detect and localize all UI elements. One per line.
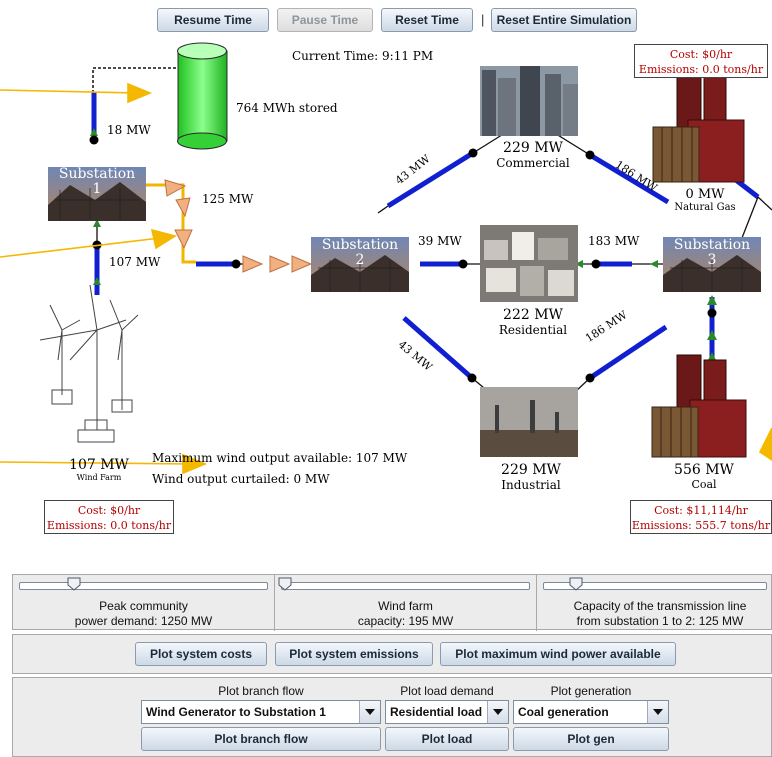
- branch-select[interactable]: Wind Generator to Substation 1: [141, 700, 381, 724]
- generation-select[interactable]: Coal generation: [513, 700, 669, 724]
- industrial-name: Industrial: [501, 478, 561, 492]
- branch-flow-label: Plot branch flow: [218, 684, 304, 698]
- flow-s2-residential: 39 MW: [418, 234, 462, 248]
- line-label-line2: from substation 1 to 2: 125 MW: [576, 614, 744, 628]
- wind-generator: 107 MW Wind Farm: [64, 458, 134, 483]
- wind-info: Maximum wind output available: 107 MW Wi…: [152, 448, 407, 490]
- commercial-image: [480, 66, 578, 136]
- gas-cost-box: Cost: $0/hr Emissions: 0.0 tons/hr: [634, 44, 768, 78]
- wind-slider-thumb[interactable]: [278, 577, 292, 591]
- line-slider-thumb[interactable]: [569, 577, 583, 591]
- wind-slider-box: Wind farm capacity: 195 MW: [275, 575, 537, 631]
- industrial-mw: 229 MW: [501, 462, 561, 478]
- residential-name: Residential: [498, 323, 568, 337]
- industrial-load: 229 MW Industrial: [478, 462, 584, 492]
- line-slider-box: Capacity of the transmission line from s…: [537, 575, 772, 631]
- residential-mw: 222 MW: [503, 307, 563, 323]
- plot-costs-button[interactable]: Plot system costs: [135, 642, 267, 666]
- substation-1-name: Substation: [58, 166, 136, 182]
- wind-mw: 107 MW: [69, 457, 129, 473]
- gas-mw: 0 MW: [685, 187, 725, 202]
- line-label-line1: Capacity of the transmission line: [573, 599, 747, 613]
- coal-mw: 556 MW: [674, 462, 734, 478]
- residential-image: [480, 225, 578, 302]
- flow-s3-residential: 183 MW: [588, 234, 640, 248]
- wind-label-line2: capacity: 195 MW: [357, 614, 454, 628]
- gas-emissions: Emissions: 0.0 tons/hr: [638, 63, 764, 76]
- load-select-value: Residential load: [390, 705, 483, 719]
- flow-s1-s2: 125 MW: [202, 192, 254, 206]
- demand-slider-track[interactable]: [19, 582, 268, 590]
- load-select[interactable]: Residential load: [385, 700, 509, 724]
- chevron-down-icon[interactable]: [359, 701, 380, 723]
- residential-load: 222 MW Residential: [480, 307, 586, 337]
- industrial-image: [480, 387, 578, 457]
- substation-1-label: Substation 1: [48, 167, 146, 197]
- storage-label: 764 MWh stored: [236, 101, 338, 115]
- substation-3-number: 3: [707, 252, 717, 268]
- wind-name: Wind Farm: [76, 473, 122, 482]
- coal-generator: 556 MW Coal: [666, 462, 742, 491]
- generation-select-value: Coal generation: [518, 705, 609, 719]
- generation-label: Plot generation: [550, 684, 632, 698]
- demand-label-line2: power demand: 1250 MW: [74, 614, 213, 628]
- chevron-down-icon[interactable]: [647, 701, 668, 723]
- substation-2-number: 2: [355, 252, 365, 268]
- wind-cost-box: Cost: $0/hr Emissions: 0.0 tons/hr: [44, 500, 174, 534]
- plot-load-button[interactable]: Plot load: [385, 727, 509, 751]
- demand-slider-label: Peak community power demand: 1250 MW: [13, 599, 274, 629]
- substation-1-number: 1: [92, 181, 102, 197]
- commercial-load: 229 MW Commercial: [480, 140, 586, 170]
- flow-storage-s1: 18 MW: [107, 123, 151, 137]
- coal-cost-box: Cost: $11,114/hr Emissions: 555.7 tons/h…: [630, 500, 772, 534]
- coal-cost: Cost: $11,114/hr: [654, 504, 748, 517]
- wind-turbines-image: [39, 284, 139, 443]
- wind-max-output: Maximum wind output available: 107 MW: [152, 451, 408, 465]
- coal-name: Coal: [691, 478, 717, 491]
- wind-cost: Cost: $0/hr: [77, 504, 141, 517]
- commercial-name: Commercial: [496, 156, 570, 170]
- wind-slider-label: Wind farm capacity: 195 MW: [275, 599, 536, 629]
- natural-gas-plant-image: [652, 64, 745, 183]
- flow-wind-s1: 107 MW: [109, 255, 161, 269]
- substation-3-label: Substation 3: [663, 238, 761, 268]
- chevron-down-icon[interactable]: [487, 701, 508, 723]
- plot-gen-button[interactable]: Plot gen: [513, 727, 669, 751]
- line-slider-label: Capacity of the transmission line from s…: [547, 599, 772, 629]
- plot-max-wind-button[interactable]: Plot maximum wind power available: [440, 642, 676, 666]
- substation-2-name: Substation: [321, 237, 399, 253]
- gas-name: Natural Gas: [674, 202, 736, 213]
- substation-3-name: Substation: [673, 237, 751, 253]
- slider-panel: Peak community power demand: 1250 MW Win…: [12, 574, 772, 631]
- branch-select-value: Wind Generator to Substation 1: [146, 705, 326, 719]
- demand-label-line1: Peak community: [99, 599, 188, 613]
- storage-cylinder: [177, 42, 228, 150]
- commercial-mw: 229 MW: [503, 140, 563, 156]
- demand-slider-thumb[interactable]: [67, 577, 81, 591]
- gas-cost: Cost: $0/hr: [669, 48, 733, 61]
- coal-emissions: Emissions: 555.7 tons/hr: [631, 519, 771, 532]
- wind-emissions: Emissions: 0.0 tons/hr: [46, 519, 172, 532]
- wind-label-line1: Wind farm: [378, 599, 433, 613]
- wind-curtailed: Wind output curtailed: 0 MW: [152, 472, 330, 486]
- substation-2-label: Substation 2: [311, 238, 409, 268]
- plot-emissions-button[interactable]: Plot system emissions: [275, 642, 433, 666]
- demand-slider-box: Peak community power demand: 1250 MW: [13, 575, 275, 631]
- coal-plant-image: [651, 354, 747, 458]
- gas-generator: 0 MW Natural Gas: [670, 188, 740, 214]
- load-demand-label: Plot load demand: [400, 684, 494, 698]
- wind-slider-track[interactable]: [281, 582, 530, 590]
- plot-branch-flow-button[interactable]: Plot branch flow: [141, 727, 381, 751]
